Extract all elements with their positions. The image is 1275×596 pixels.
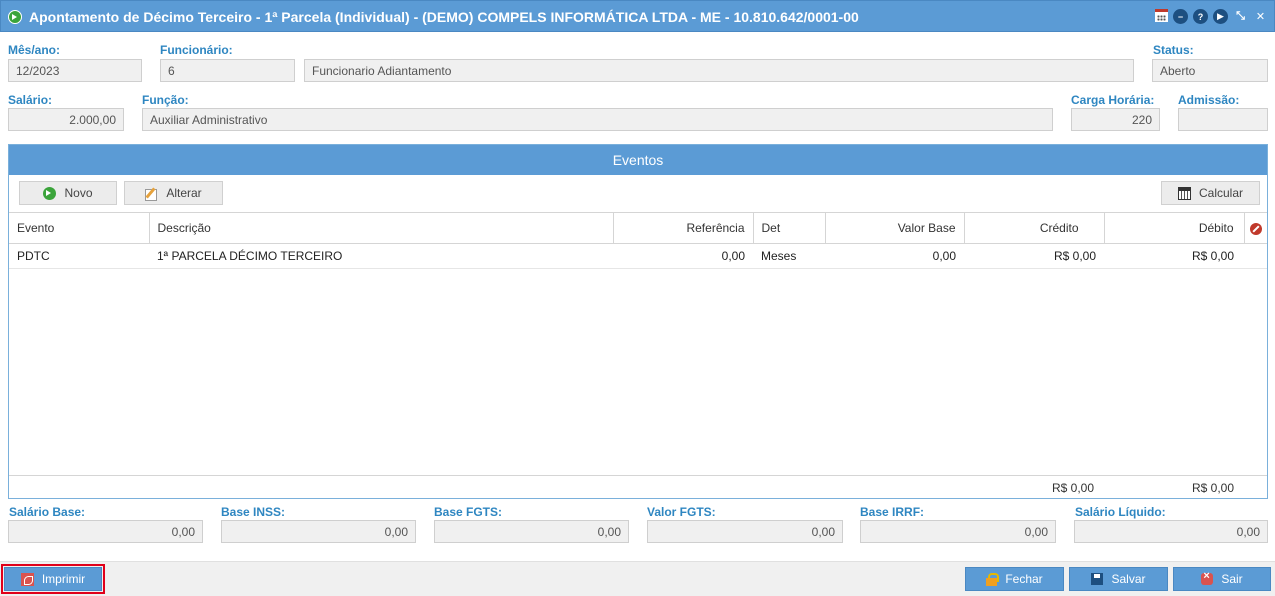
carga-horaria-field[interactable]: 220 bbox=[1071, 108, 1160, 131]
save-icon bbox=[1091, 573, 1104, 585]
base-irrf-field[interactable]: 0,00 bbox=[860, 520, 1056, 543]
cell-debito: R$ 0,00 bbox=[1104, 243, 1244, 269]
col-evento[interactable]: Evento bbox=[9, 212, 150, 244]
pdf-icon bbox=[20, 572, 34, 586]
carga-horaria-label: Carga Horária: bbox=[1071, 93, 1155, 107]
salvar-button[interactable]: Salvar bbox=[1069, 567, 1168, 591]
cell-valor-base: 0,00 bbox=[825, 243, 964, 269]
edit-icon bbox=[145, 187, 158, 201]
novo-label: Novo bbox=[64, 186, 93, 200]
base-fgts-field[interactable]: 0,00 bbox=[434, 520, 629, 543]
window-title: Apontamento de Décimo Terceiro - 1ª Parc… bbox=[29, 9, 859, 25]
valor-fgts-field[interactable]: 0,00 bbox=[647, 520, 843, 543]
eventos-panel: Eventos Novo Alterar Calcular Evento Des… bbox=[8, 144, 1268, 499]
calcular-label: Calcular bbox=[1198, 186, 1243, 200]
salario-liquido-label: Salário Líquido: bbox=[1075, 505, 1166, 519]
window-actions: − ? ▶ ⤡ ✕ bbox=[1155, 9, 1268, 24]
cell-det: Meses bbox=[753, 243, 825, 269]
footer-bar: Imprimir Fechar Salvar Sair bbox=[0, 561, 1275, 596]
admissao-field[interactable] bbox=[1178, 108, 1268, 131]
col-debito[interactable]: Débito bbox=[1104, 212, 1245, 244]
col-credito[interactable]: Crédito bbox=[964, 212, 1105, 244]
base-irrf-label: Base IRRF: bbox=[860, 505, 925, 519]
table-header-row: Evento Descrição Referência Det Valor Ba… bbox=[9, 212, 1267, 244]
salario-base-field[interactable]: 0,00 bbox=[8, 520, 203, 543]
fechar-button[interactable]: Fechar bbox=[965, 567, 1064, 591]
total-credito: R$ 0,00 bbox=[1052, 481, 1095, 495]
imprimir-button[interactable]: Imprimir bbox=[1, 564, 105, 594]
alterar-label: Alterar bbox=[166, 186, 202, 200]
exit-icon bbox=[1201, 570, 1214, 585]
col-det[interactable]: Det bbox=[753, 212, 826, 244]
clear-column[interactable] bbox=[1244, 212, 1267, 244]
window-titlebar: Apontamento de Décimo Terceiro - 1ª Parc… bbox=[0, 0, 1275, 32]
cell-empty bbox=[1244, 243, 1267, 269]
cell-descricao: 1ª PARCELA DÉCIMO TERCEIRO bbox=[149, 243, 613, 269]
salario-liquido-field[interactable]: 0,00 bbox=[1074, 520, 1268, 543]
cell-credito: R$ 0,00 bbox=[964, 243, 1104, 269]
base-fgts-label: Base FGTS: bbox=[434, 505, 503, 519]
salario-base-label: Salário Base: bbox=[9, 505, 86, 519]
alterar-button[interactable]: Alterar bbox=[124, 181, 223, 205]
calcular-button[interactable]: Calcular bbox=[1161, 181, 1260, 205]
add-icon bbox=[43, 186, 57, 200]
eventos-totals: R$ 0,00 R$ 0,00 bbox=[9, 475, 1267, 499]
play-icon[interactable]: ▶ bbox=[1213, 9, 1228, 24]
novo-button[interactable]: Novo bbox=[19, 181, 117, 205]
mes-ano-label: Mês/ano: bbox=[8, 43, 61, 57]
salario-field[interactable]: 2.000,00 bbox=[8, 108, 124, 131]
status-label: Status: bbox=[1153, 43, 1194, 57]
close-icon[interactable]: ✕ bbox=[1253, 9, 1268, 24]
restore-icon[interactable]: ⤡ bbox=[1233, 9, 1248, 24]
admissao-label: Admissão: bbox=[1178, 93, 1240, 107]
table-row[interactable]: PDTC 1ª PARCELA DÉCIMO TERCEIRO 0,00 Mes… bbox=[9, 243, 1267, 269]
stop-icon[interactable] bbox=[1249, 222, 1262, 235]
eventos-toolbar: Novo Alterar Calcular bbox=[9, 175, 1267, 212]
funcao-label: Função: bbox=[142, 93, 189, 107]
app-icon bbox=[8, 10, 22, 24]
minimize-icon[interactable]: − bbox=[1173, 9, 1188, 24]
eventos-title: Eventos bbox=[9, 145, 1267, 175]
funcionario-label: Funcionário: bbox=[160, 43, 233, 57]
calculator-icon bbox=[1177, 186, 1191, 200]
fechar-label: Fechar bbox=[1005, 572, 1043, 586]
imprimir-label: Imprimir bbox=[41, 572, 86, 586]
funcionario-code-field[interactable]: 6 bbox=[160, 59, 295, 82]
funcao-field[interactable]: Auxiliar Administrativo bbox=[142, 108, 1053, 131]
mes-ano-field[interactable]: 12/2023 bbox=[8, 59, 142, 82]
salvar-label: Salvar bbox=[1111, 572, 1146, 586]
sair-label: Sair bbox=[1221, 572, 1243, 586]
cell-referencia: 0,00 bbox=[613, 243, 753, 269]
total-debito: R$ 0,00 bbox=[1192, 481, 1235, 495]
col-descricao[interactable]: Descrição bbox=[149, 212, 614, 244]
funcionario-name-field[interactable]: Funcionario Adiantamento bbox=[304, 59, 1134, 82]
sair-button[interactable]: Sair bbox=[1173, 567, 1271, 591]
calendar-icon[interactable] bbox=[1155, 9, 1168, 22]
status-field[interactable]: Aberto bbox=[1152, 59, 1268, 82]
cell-evento: PDTC bbox=[9, 243, 149, 269]
eventos-table: Evento Descrição Referência Det Valor Ba… bbox=[9, 212, 1267, 269]
base-inss-field[interactable]: 0,00 bbox=[221, 520, 416, 543]
help-icon[interactable]: ? bbox=[1193, 9, 1208, 24]
base-inss-label: Base INSS: bbox=[221, 505, 286, 519]
col-referencia[interactable]: Referência bbox=[613, 212, 754, 244]
lock-icon bbox=[986, 572, 1000, 586]
col-valor-base[interactable]: Valor Base bbox=[825, 212, 965, 244]
salario-label: Salário: bbox=[8, 93, 53, 107]
valor-fgts-label: Valor FGTS: bbox=[647, 505, 716, 519]
